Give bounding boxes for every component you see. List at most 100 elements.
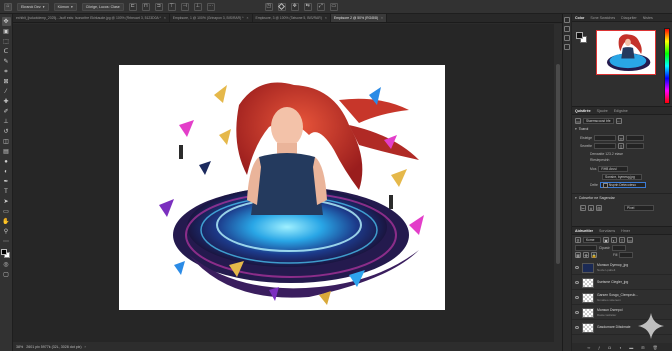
link-icon[interactable]: ∞ (618, 135, 625, 141)
brush-tool-icon[interactable]: ✐ (2, 107, 11, 116)
align-left-icon[interactable]: ⊏ (128, 2, 137, 11)
character-panel-icon[interactable] (564, 44, 570, 50)
opacity-input[interactable] (611, 245, 626, 251)
vertical-scrollbar[interactable] (554, 24, 562, 342)
trash-icon[interactable]: 🗑 (653, 345, 658, 350)
adjustment-filter-icon[interactable]: ◐ (611, 237, 617, 243)
grid-icon[interactable]: # (588, 205, 594, 211)
document-tab[interactable]: Empksore, 3 @ 100% (Tatsone 5, BIS/RAR) × (253, 14, 331, 22)
layer-row[interactable]: Ssetsme Clegler_jpg (572, 276, 672, 290)
screen-mode-icon[interactable]: ▢ (2, 270, 11, 279)
path-select-tool-icon[interactable]: ➤ (2, 197, 11, 206)
close-icon[interactable]: × (381, 16, 383, 20)
foreground-color-swatch[interactable] (1, 249, 7, 255)
history-panel-icon[interactable] (564, 17, 570, 23)
search-icon[interactable]: ⚲ (575, 237, 581, 243)
shape-filter-icon[interactable]: ▭ (627, 237, 633, 243)
mode-select[interactable]: RHB Arusi (598, 166, 629, 172)
tab-layers[interactable]: Aidrueitler (575, 229, 593, 233)
visibility-eye-icon[interactable] (575, 281, 579, 284)
document-tab-active[interactable]: Empksore 2 @ 50% (RG/8/8) × (330, 14, 388, 22)
layer-row[interactable]: Garsen Sosgo_Clemprub... Gmatteo sstereon (572, 291, 672, 305)
distribute-icon[interactable]: ⋯ (206, 2, 215, 11)
slide-icon[interactable]: ⇆ (303, 2, 312, 11)
color-picker-swatches[interactable] (576, 32, 588, 44)
tab-adjustments[interactable]: Sjauire (597, 109, 608, 113)
rulers-section-header[interactable]: ▾ Cobsefor ne Sagendar (575, 196, 615, 200)
eraser-tool-icon[interactable]: ◫ (2, 137, 11, 146)
pan-icon[interactable]: ✥ (290, 2, 299, 11)
fill-input[interactable] (619, 252, 634, 258)
more-tools-icon[interactable]: ⋯ (2, 237, 11, 246)
hue-slider[interactable] (664, 28, 670, 104)
visibility-eye-icon[interactable] (575, 311, 579, 314)
fx-icon[interactable]: ƒ (598, 345, 600, 350)
tab-properties[interactable]: Quistlrée (575, 109, 591, 113)
visibility-eye-icon[interactable] (575, 296, 579, 299)
close-icon[interactable]: × (247, 16, 249, 20)
width-input[interactable] (594, 135, 617, 141)
zoom-level[interactable]: 38% (16, 345, 23, 349)
layer-row[interactable]: Monsun Dyenop_jpg Nocle Lpabelt (572, 261, 672, 275)
guides-icon[interactable]: ⊞ (596, 205, 602, 211)
scale-icon[interactable]: ⤢ (316, 2, 325, 11)
zoom-tool-icon[interactable]: ⚲ (2, 227, 11, 236)
visibility-eye-icon[interactable] (575, 326, 579, 329)
folder-icon[interactable]: ▬ (629, 345, 633, 350)
dodge-tool-icon[interactable]: ◐ (2, 167, 11, 176)
color-swatches[interactable] (1, 249, 11, 259)
lock-pixels-icon[interactable]: ▦ (575, 252, 581, 258)
more-icon[interactable]: ⋯ (615, 118, 622, 124)
lock-position-icon[interactable]: ✥ (583, 252, 589, 258)
type-filter-icon[interactable]: T (619, 237, 625, 243)
link-layers-icon[interactable]: ∞ (587, 345, 590, 350)
tab-libraries[interactable]: Edigstne (614, 109, 628, 113)
home-icon[interactable]: ⌂ (4, 2, 12, 11)
quick-mask-icon[interactable]: ◎ (2, 260, 11, 269)
auto-select-dropdown[interactable]: Cikrige, Lucos: Clase (81, 2, 124, 11)
rectangle-tool-icon[interactable]: ▭ (2, 207, 11, 216)
ruler-units-select[interactable]: PIxel (624, 205, 654, 211)
tab-paths[interactable]: Hmer (621, 229, 630, 233)
close-icon[interactable]: × (164, 16, 166, 20)
document-tab[interactable]: Empksore, 1 @ 100% (Grinapon 3, BIS/RAR)… (170, 14, 253, 22)
new-layer-icon[interactable]: ⊞ (641, 345, 644, 350)
tab-navigator[interactable]: Diaqurlter (621, 16, 637, 20)
bits-select[interactable]: Nspnh Detecoteso (599, 182, 646, 188)
orbit-icon[interactable] (277, 2, 286, 11)
tab-notes[interactable]: Nistes (643, 16, 653, 20)
document-tab[interactable]: exhibit_ljsduotdemp_2025j...Jsofl ests: … (13, 14, 170, 22)
scrollbar-thumb[interactable] (556, 64, 560, 264)
healing-tool-icon[interactable]: ✚ (2, 97, 11, 106)
eyedropper-tool-icon[interactable]: ⁄ (2, 87, 11, 96)
align-top-icon[interactable]: ⊤ (167, 2, 176, 11)
hand-tool-icon[interactable]: ✋ (2, 217, 11, 226)
adjustments-panel-icon[interactable] (564, 35, 570, 41)
orientation-icon[interactable]: ▯ (618, 143, 625, 149)
align-middle-icon[interactable]: ⊣ (180, 2, 189, 11)
tab-swatches[interactable]: Scne Swatches (590, 16, 615, 20)
lasso-tool-icon[interactable]: ᑕ (2, 47, 11, 56)
marquee-tool-icon[interactable]: ⬚ (2, 37, 11, 46)
quick-select-tool-icon[interactable]: ✎ (2, 57, 11, 66)
x-input[interactable] (626, 135, 645, 141)
layer-kind-filter[interactable]: Kcme (583, 237, 601, 243)
foreground-swatch[interactable] (576, 32, 583, 39)
y-input[interactable] (626, 143, 645, 149)
visibility-eye-icon[interactable] (575, 266, 579, 269)
bits-checkbox[interactable] (602, 182, 608, 188)
brush-panel-icon[interactable] (564, 26, 570, 32)
align-bottom-icon[interactable]: ⊥ (193, 2, 202, 11)
close-icon[interactable]: × (325, 16, 327, 20)
type-tool-icon[interactable]: T (2, 187, 11, 196)
navigator-thumbnail[interactable] (596, 30, 656, 75)
mask-icon[interactable]: ◘ (608, 345, 610, 350)
blur-tool-icon[interactable]: ● (2, 157, 11, 166)
canvas-section-header[interactable]: ▾ Tozrol (575, 127, 588, 131)
source-select[interactable]: Sonsire, bymesg.jpg (602, 174, 642, 180)
pen-tool-icon[interactable]: ✒ (2, 177, 11, 186)
history-brush-tool-icon[interactable]: ↺ (2, 127, 11, 136)
3d-mode-icon[interactable]: ◳ (264, 2, 273, 11)
height-input[interactable] (594, 143, 617, 149)
frame-tool-icon[interactable]: ⊠ (2, 77, 11, 86)
